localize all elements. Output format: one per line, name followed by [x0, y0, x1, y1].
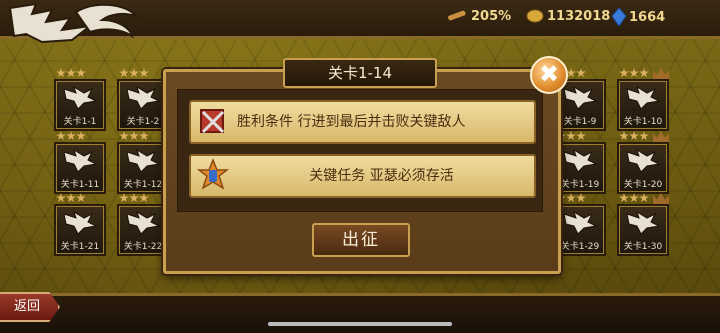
key-mission-row: 关键任务 亚瑟必须存活 [189, 154, 536, 198]
stage-tile[interactable]: 关卡1-29 [554, 204, 606, 256]
back-button[interactable]: 返回 [0, 292, 60, 322]
top-bar: 205% 1132018 1664 [0, 0, 720, 44]
dragon-emblem-icon [563, 210, 598, 235]
stage-stars [619, 131, 649, 141]
stage-tile[interactable]: 关卡1-22 [117, 204, 169, 256]
star-icon [576, 193, 586, 203]
gold-resource: 1132018 [526, 8, 610, 24]
star-icon [566, 193, 576, 203]
stage-label: 关卡1-12 [123, 180, 163, 190]
star-icon [76, 68, 86, 78]
star-icon [66, 68, 76, 78]
star-icon [56, 131, 66, 141]
star-icon [119, 131, 129, 141]
stage-tile[interactable]: 关卡1-2 [117, 79, 169, 131]
star-icon [576, 131, 586, 141]
crystal-resource: 1664 [612, 8, 665, 26]
stage-stars [56, 68, 86, 78]
stage-stars [119, 68, 149, 78]
stage-label: 关卡1-11 [60, 180, 100, 190]
star-icon [76, 131, 86, 141]
stage-tile[interactable]: 关卡1-1 [54, 79, 106, 131]
dragon-logo-icon [8, 2, 140, 44]
key-mission-text: 关键任务 亚瑟必须存活 [309, 168, 454, 184]
stage-tile[interactable]: 关卡1-10 [617, 79, 669, 131]
victory-condition-row: 胜利条件 行进到最后并击败关键敌人 [189, 100, 536, 144]
stage-stars [56, 131, 86, 141]
stage-tile[interactable]: 关卡1-19 [554, 142, 606, 194]
star-icon [566, 131, 576, 141]
star-icon [639, 68, 649, 78]
star-icon [619, 193, 629, 203]
stage-tile[interactable]: 关卡1-12 [117, 142, 169, 194]
star-icon [639, 131, 649, 141]
star-icon [629, 68, 639, 78]
dragon-emblem-icon [63, 85, 98, 110]
star-icon [129, 68, 139, 78]
dragon-emblem-icon [626, 85, 661, 110]
dragon-emblem-icon [626, 210, 661, 235]
stage-stars [56, 193, 86, 203]
telescope-icon [448, 10, 466, 21]
dragon-emblem-icon [126, 148, 161, 173]
victory-condition-text: 胜利条件 行进到最后并击败关键敌人 [237, 114, 466, 130]
star-icon [139, 131, 149, 141]
star-icon [129, 131, 139, 141]
star-icon [619, 131, 629, 141]
shield-emblem-icon [196, 158, 230, 190]
home-indicator [268, 322, 452, 326]
dragon-emblem-icon [126, 210, 161, 235]
stage-label: 关卡1-30 [623, 242, 663, 252]
star-icon [139, 193, 149, 203]
crossed-swords-flag-icon [200, 109, 225, 134]
stage-label: 关卡1-22 [123, 242, 163, 252]
star-icon [629, 131, 639, 141]
stage-tile[interactable]: 关卡1-20 [617, 142, 669, 194]
star-icon [66, 193, 76, 203]
start-battle-button[interactable]: 出征 [312, 223, 410, 257]
stage-label: 关卡1-21 [60, 242, 100, 252]
stage-label: 关卡1-2 [126, 117, 160, 127]
stage-label: 关卡1-20 [623, 180, 663, 190]
stage-tile[interactable]: 关卡1-21 [54, 204, 106, 256]
stage-tile[interactable]: 关卡1-30 [617, 204, 669, 256]
stage-stars [119, 131, 149, 141]
star-icon [56, 193, 66, 203]
stage-label: 关卡1-10 [623, 117, 663, 127]
gold-value: 1132018 [547, 8, 611, 24]
star-icon [76, 193, 86, 203]
star-icon [139, 68, 149, 78]
dragon-emblem-icon [63, 210, 98, 235]
dragon-emblem-icon [563, 85, 598, 110]
telescope-resource: 205% [446, 8, 511, 24]
stage-label: 关卡1-1 [63, 117, 97, 127]
stage-label: 关卡1-9 [563, 117, 597, 127]
star-icon [129, 193, 139, 203]
star-icon [639, 193, 649, 203]
stage-stars [619, 193, 649, 203]
dialog-title: 关卡1-14 [283, 58, 437, 88]
close-button[interactable]: ✖ [530, 56, 568, 94]
stage-stars [619, 68, 649, 78]
blue-crystal-icon [612, 8, 626, 26]
star-icon [66, 131, 76, 141]
dragon-emblem-icon [626, 148, 661, 173]
bottom-bar [0, 293, 720, 333]
stage-label: 关卡1-29 [560, 242, 600, 252]
dragon-emblem-icon [63, 148, 98, 173]
crystal-value: 1664 [629, 9, 666, 25]
star-icon [56, 68, 66, 78]
stage-stars [119, 193, 149, 203]
stage-tile[interactable]: 关卡1-11 [54, 142, 106, 194]
star-icon [119, 68, 129, 78]
dragon-emblem-icon [126, 85, 161, 110]
telescope-value: 205% [471, 8, 512, 24]
dragon-emblem-icon [563, 148, 598, 173]
stage-label: 关卡1-19 [560, 180, 600, 190]
star-icon [619, 68, 629, 78]
star-icon [576, 68, 586, 78]
star-icon [119, 193, 129, 203]
gold-coin-icon [526, 9, 544, 23]
star-icon [629, 193, 639, 203]
